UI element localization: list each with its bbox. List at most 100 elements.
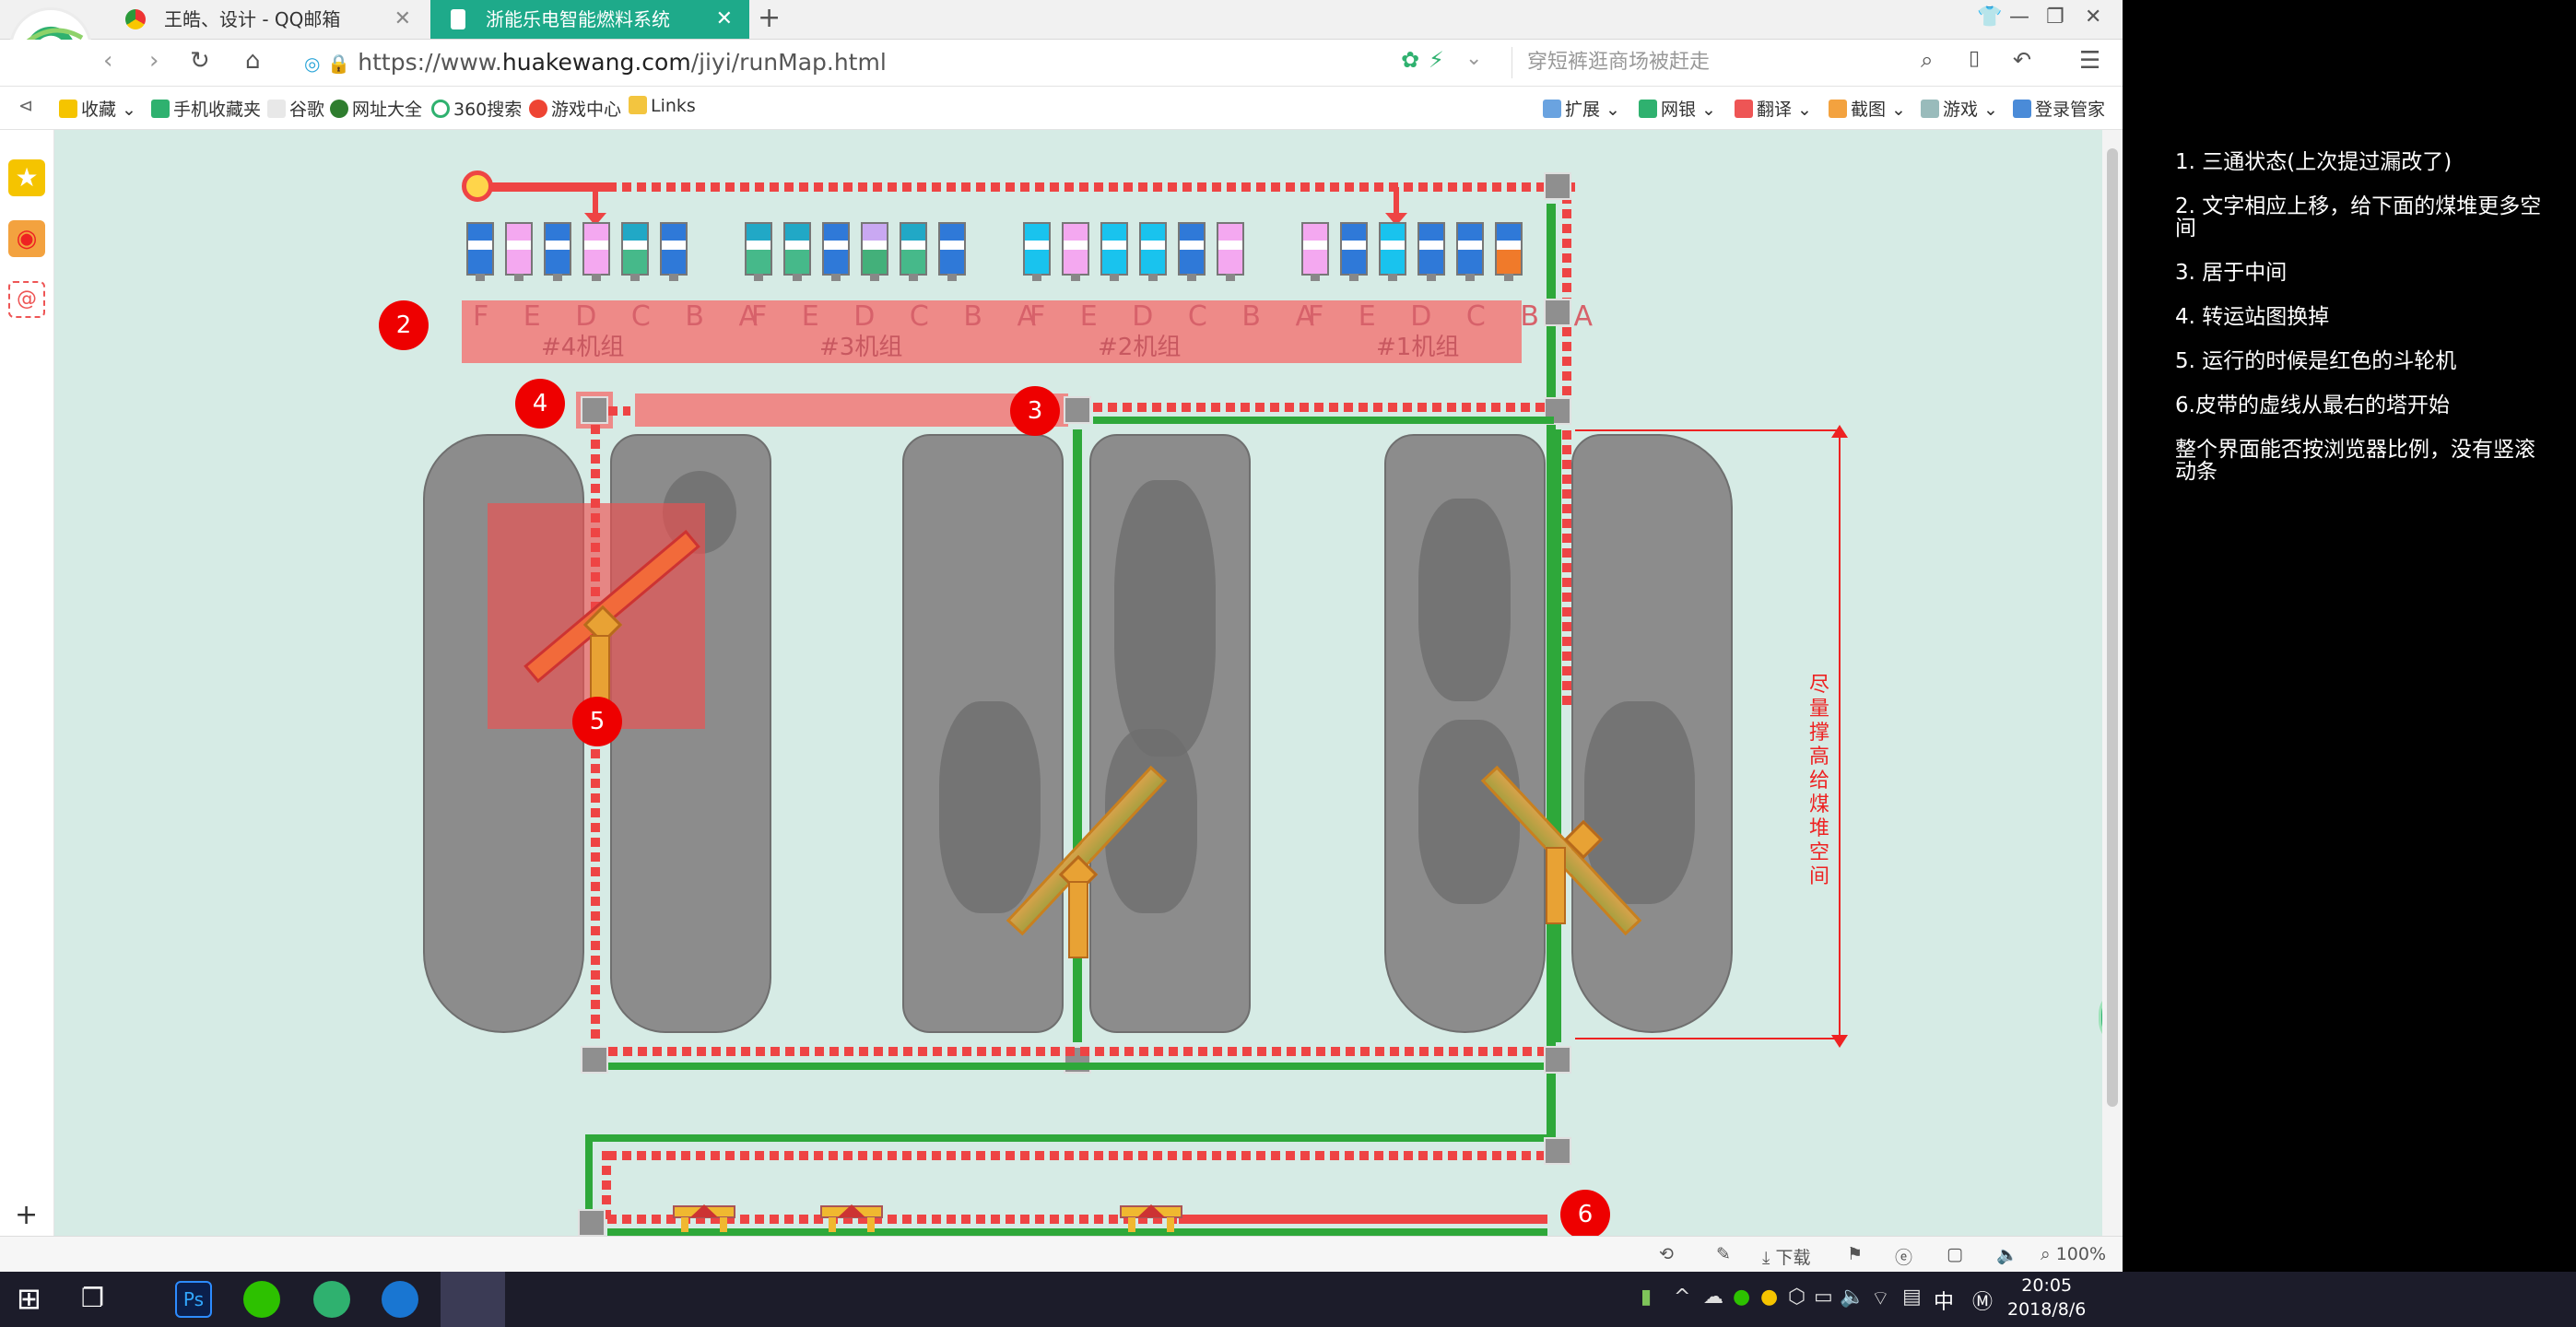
active-app-icon[interactable]: [441, 1272, 505, 1327]
download-button[interactable]: ⤓ 下载: [1762, 1244, 1810, 1269]
coal-bunker[interactable]: [660, 222, 688, 281]
flag-icon[interactable]: ⚑: [1847, 1244, 1863, 1264]
tee-node[interactable]: [1544, 1137, 1571, 1165]
coal-bunker[interactable]: [861, 222, 888, 281]
coal-bunker[interactable]: [1301, 222, 1329, 281]
cloud-icon[interactable]: ☁: [1703, 1286, 1723, 1309]
bookmark-360[interactable]: 360搜索: [431, 96, 522, 121]
toolbar-login-manager[interactable]: 登录管家: [2013, 96, 2105, 121]
belt-mid-green[interactable]: [1093, 417, 1554, 424]
mobile-icon[interactable]: ▯: [1969, 47, 1980, 70]
chevron-down-icon[interactable]: ⌄: [1465, 47, 1482, 70]
windows-start-icon[interactable]: ⊞: [17, 1281, 41, 1316]
belt-bottom-green[interactable]: [608, 1063, 1544, 1070]
close-icon[interactable]: ✕: [716, 0, 733, 39]
search-icon[interactable]: ⌕: [1921, 47, 1933, 73]
tee-node[interactable]: [1064, 396, 1091, 424]
forward-icon[interactable]: ›: [149, 47, 159, 75]
tee-node[interactable]: [1544, 1046, 1571, 1074]
belt-start-node[interactable]: [462, 170, 493, 202]
sound-icon[interactable]: 🔈: [1996, 1244, 2018, 1265]
refresh-icon[interactable]: ↻: [190, 47, 210, 75]
minimize-icon[interactable]: —: [2009, 6, 2029, 29]
collapse-sidebar-icon[interactable]: ⊲: [18, 96, 33, 116]
close-icon[interactable]: ✕: [394, 0, 411, 39]
undo-icon[interactable]: ↶: [2013, 47, 2031, 73]
belt-unload-green[interactable]: [607, 1228, 1547, 1236]
unloader-trolley[interactable]: [819, 1199, 884, 1232]
coal-bunker[interactable]: [1379, 222, 1406, 281]
wechat-icon[interactable]: [243, 1281, 280, 1318]
unloader-trolley[interactable]: [1119, 1199, 1183, 1232]
coal-bunker[interactable]: [582, 222, 610, 281]
belt-bottom-dashed[interactable]: [608, 1047, 1544, 1056]
belt-right-dashed[interactable]: [1562, 194, 1571, 710]
ime-indicator[interactable]: 中: [1934, 1286, 1954, 1315]
toolbar-translate[interactable]: 翻译 ⌄: [1735, 96, 1812, 121]
home-icon[interactable]: ⌂: [245, 47, 261, 75]
vertical-scrollbar[interactable]: [2102, 130, 2123, 1236]
coal-bunker[interactable]: [1100, 222, 1128, 281]
edge-icon[interactable]: [382, 1281, 418, 1318]
coal-bunker[interactable]: [505, 222, 533, 281]
coal-bunker[interactable]: [1340, 222, 1368, 281]
coal-bunker[interactable]: [1178, 222, 1206, 281]
back-icon[interactable]: ‹: [103, 47, 112, 75]
bookmark-google[interactable]: 谷歌: [267, 96, 324, 121]
window-icon[interactable]: ▢: [1947, 1244, 1963, 1264]
coal-bunker[interactable]: [544, 222, 571, 281]
ime-mode-icon[interactable]: Ⓜ: [1972, 1286, 1993, 1315]
bookmark-favorites[interactable]: 收藏 ⌄: [59, 96, 136, 121]
coal-bunker[interactable]: [745, 222, 772, 281]
search-input[interactable]: 穿短裤逛商场被赶走: [1511, 47, 1960, 78]
coal-bunker[interactable]: [783, 222, 811, 281]
coal-bunker[interactable]: [822, 222, 850, 281]
menu-icon[interactable]: ☰: [2079, 47, 2100, 75]
shirt-icon[interactable]: 👕: [1977, 6, 2002, 29]
zoom-control[interactable]: ⌕ 100%: [2041, 1244, 2106, 1264]
transfer-station-node[interactable]: [581, 396, 608, 424]
browser-icon[interactable]: ⓔ: [1895, 1244, 1912, 1269]
360-browser-icon[interactable]: [313, 1281, 350, 1318]
bookmark-sites[interactable]: 网址大全: [330, 96, 422, 121]
toolbar-games[interactable]: 游戏 ⌄: [1921, 96, 1998, 121]
coal-bunker[interactable]: [938, 222, 966, 281]
belt-top-dashed[interactable]: [607, 182, 1575, 192]
task-view-icon[interactable]: ❐: [81, 1283, 104, 1313]
belt-top-running[interactable]: [478, 182, 607, 192]
bookmark-games[interactable]: 游戏中心: [529, 96, 621, 121]
chevron-up-icon[interactable]: ^: [1674, 1286, 1690, 1309]
coal-bunker[interactable]: [1139, 222, 1167, 281]
coal-bunker[interactable]: [1456, 222, 1484, 281]
tee-node[interactable]: [578, 1209, 606, 1236]
mail-at-icon[interactable]: @: [8, 281, 45, 318]
scroll-thumb[interactable]: [2107, 148, 2118, 1107]
notification-icon[interactable]: ▤: [1902, 1286, 1922, 1309]
tab-qq-mail[interactable]: 王皓、设计 - QQ邮箱 ✕: [109, 0, 428, 39]
weibo-icon[interactable]: ◉: [8, 220, 45, 257]
coal-bunker[interactable]: [900, 222, 927, 281]
belt-mid-dashed[interactable]: [608, 406, 630, 416]
wifi-icon[interactable]: ⌔: [1871, 1286, 1890, 1311]
bookmark-mobile[interactable]: 手机收藏夹: [151, 96, 261, 121]
coal-bunker[interactable]: [1417, 222, 1445, 281]
toolbar-bank[interactable]: 网银 ⌄: [1639, 96, 1716, 121]
360-tray-icon[interactable]: ●: [1760, 1286, 1778, 1309]
new-tab-button[interactable]: +: [758, 2, 781, 34]
coal-bunker[interactable]: [621, 222, 649, 281]
tee-node[interactable]: [581, 1046, 608, 1074]
photoshop-icon[interactable]: Ps: [175, 1281, 212, 1318]
belt-mid-dashed[interactable]: [1093, 403, 1545, 412]
coal-bunker[interactable]: [1217, 222, 1244, 281]
add-sidebar-icon[interactable]: +: [15, 1199, 38, 1231]
url-input[interactable]: ◎ 🔒 https://www.huakewang.com/jiyi/runMa…: [304, 47, 1475, 78]
tab-fuel-system[interactable]: 浙能乐电智能燃料系统 ✕: [430, 0, 749, 39]
toolbar-screenshot[interactable]: 截图 ⌄: [1829, 96, 1906, 121]
volume-icon[interactable]: 🔈: [1840, 1286, 1864, 1309]
unloader-trolley[interactable]: [672, 1199, 736, 1232]
favorites-star-icon[interactable]: ★: [8, 159, 45, 196]
clock[interactable]: 20:05 2018/8/6: [2007, 1274, 2086, 1321]
wechat-tray-icon[interactable]: ●: [1733, 1286, 1750, 1309]
history-icon[interactable]: ⟲: [1659, 1244, 1674, 1264]
battery-plug-icon[interactable]: ▮: [1641, 1286, 1652, 1309]
